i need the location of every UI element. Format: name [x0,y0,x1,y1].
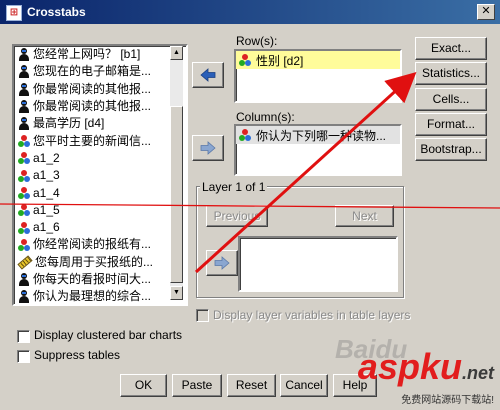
paste-button[interactable]: Paste [172,374,222,397]
nominal-variable-icon [18,152,30,165]
layer-box[interactable] [238,236,398,292]
next-layer-button[interactable]: Next [335,205,394,227]
ordinal-variable-icon [18,273,30,286]
watermark-brand-a: asp [357,346,420,387]
cells-button[interactable]: Cells... [415,88,487,111]
format-button[interactable]: Format... [415,113,487,136]
columns-label: Column(s): [236,110,295,124]
suppress-tables-checkbox[interactable] [17,350,30,363]
nominal-variable-icon [18,221,30,234]
arrow-right-icon [200,141,216,155]
nominal-variable-icon [18,135,30,148]
variable-list-item[interactable]: 您经常上网吗？ [b1] [14,46,186,63]
move-to-layer-button[interactable] [206,250,238,276]
statistics-button[interactable]: Statistics... [415,62,487,85]
ok-button[interactable]: OK [120,374,167,397]
variable-list[interactable]: 您经常上网吗？ [b1] 您现在的电子邮箱是... 你最常阅读的其他报... 你最常阅… [12,44,188,306]
nominal-variable-icon [18,187,30,200]
variable-list-item[interactable]: a1_4 [14,184,186,201]
close-icon[interactable]: ✕ [477,4,495,20]
variable-label: 你经常阅读的报纸有... [33,237,152,252]
clustered-bar-charts-label: Display clustered bar charts [34,328,183,342]
ordinal-variable-icon [18,82,30,96]
ordinal-variable-icon [18,65,30,79]
variable-list-scrollbar[interactable]: ▲ ▼ [170,46,183,300]
rows-item[interactable]: 性别 [d2] [236,51,400,69]
scroll-down-icon[interactable]: ▼ [170,286,183,300]
variable-label: a1_5 [33,202,60,217]
ordinal-variable-icon [18,290,30,304]
nominal-variable-icon [239,54,251,66]
nominal-variable-icon [18,238,30,251]
rows-box[interactable]: 性别 [d2] [234,49,402,103]
variable-list-item[interactable]: 你最常阅读的其他报... [14,98,186,115]
variable-label: 你最常阅读的其他报... [33,99,152,114]
exact-button[interactable]: Exact... [415,37,487,60]
variable-label: 最高学历 [d4] [33,116,105,131]
variable-list-item[interactable]: a1_2 [14,150,186,167]
nominal-variable-icon [18,169,30,182]
variable-label: 您每周用于买报纸的... [35,254,154,269]
columns-box[interactable]: 你认为下列哪一种读物... [234,124,402,176]
bootstrap-button[interactable]: Bootstrap... [415,138,487,161]
variable-list-item[interactable]: 您每周用于买报纸的... [14,254,186,271]
variable-label: a1_3 [33,168,60,183]
ordinal-variable-icon [18,100,30,114]
suppress-tables-label: Suppress tables [34,348,121,362]
arrow-right-icon [214,256,230,270]
window-title: Crosstabs [27,5,86,19]
crosstabs-app-icon: ⊞ [6,5,22,21]
variable-label: a1_2 [33,150,60,165]
rows-item-label: 性别 [d2] [256,53,304,68]
variable-list-item[interactable]: a1_3 [14,167,186,184]
variable-list-item[interactable]: 你最常阅读的其他报... [14,81,186,98]
move-to-rows-button[interactable] [192,62,224,88]
cancel-button[interactable]: Cancel [280,374,328,397]
variable-list-item[interactable]: a1_5 [14,202,186,219]
reset-button[interactable]: Reset [227,374,276,397]
variable-list-item[interactable]: 您平时主要的新闻信... [14,132,186,149]
variable-label: 你每天的看报时间大... [33,272,152,286]
ordinal-variable-icon [18,48,30,62]
previous-layer-button[interactable]: Previous [206,205,268,227]
title-bar: ⊞ Crosstabs ✕ [0,0,500,24]
layer-title: Layer 1 of 1 [200,180,268,194]
columns-item[interactable]: 你认为下列哪一种读物... [236,126,400,144]
nominal-variable-icon [18,204,30,217]
variable-label: a1_4 [33,185,60,200]
variable-label: a1_6 [33,220,60,235]
watermark-subtitle: 免费网站源码下载站! [401,395,494,406]
rows-label: Row(s): [236,34,278,48]
variable-label: 你认为最理想的综合... [33,289,152,304]
display-layer-vars-label: Display layer variables in table layers [213,308,411,322]
watermark: aspku.net 免费网站源码下载站! [357,346,494,407]
variable-label: 您现在的电子邮箱是... [33,64,152,79]
display-layer-vars-checkbox[interactable] [196,309,209,322]
scale-variable-icon [17,255,33,270]
variable-list-item[interactable]: 最高学历 [d4] [14,115,186,132]
arrow-left-icon [200,68,216,82]
variable-list-item[interactable]: 你认为最理想的综合... [14,288,186,304]
move-to-columns-button[interactable] [192,135,224,161]
scrollbar-thumb[interactable] [170,106,183,283]
variable-label: 您经常上网吗？ [b1] [33,47,141,62]
variable-list-item[interactable]: 您现在的电子邮箱是... [14,63,186,80]
columns-item-label: 你认为下列哪一种读物... [256,128,387,143]
watermark-brand-c: .net [461,363,494,383]
variable-label: 您平时主要的新闻信... [33,133,152,148]
scroll-up-icon[interactable]: ▲ [170,46,183,60]
clustered-bar-charts-checkbox[interactable] [17,330,30,343]
variable-list-item[interactable]: 你经常阅读的报纸有... [14,236,186,253]
variable-list-item[interactable]: a1_6 [14,219,186,236]
watermark-brand-b: ku [419,346,462,387]
ordinal-variable-icon [18,117,30,131]
nominal-variable-icon [239,129,251,141]
variable-list-item[interactable]: 你每天的看报时间大... [14,271,186,288]
variable-label: 你最常阅读的其他报... [33,81,152,96]
